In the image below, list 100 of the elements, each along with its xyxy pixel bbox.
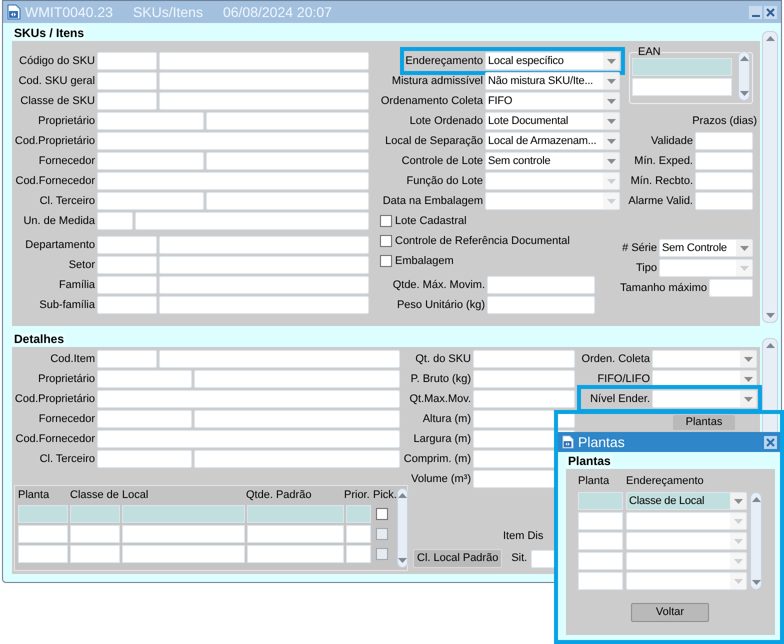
text-field[interactable]	[206, 112, 369, 130]
text-field[interactable]	[97, 370, 192, 388]
text-field[interactable]	[709, 279, 753, 297]
dropdown-arrow-icon	[744, 356, 752, 362]
dropdown[interactable]: Lote Documental	[485, 112, 620, 130]
field-label: Controle de Lote	[402, 154, 484, 169]
location-button[interactable]: Cl. Local Padrão	[413, 549, 502, 568]
dropdown[interactable]: FIFO	[485, 92, 620, 110]
field-label: Cod.Proprietário	[14, 134, 96, 149]
field-label: Cod.Fornecedor	[14, 432, 96, 447]
text-field[interactable]	[97, 450, 192, 468]
field-label: Classe de SKU	[19, 94, 96, 109]
text-field[interactable]	[473, 350, 575, 368]
text-field[interactable]	[695, 152, 753, 170]
field-label: Data na Embalagem	[382, 194, 484, 209]
dropdown[interactable]: Local específico	[485, 52, 620, 70]
checkbox[interactable]	[380, 255, 392, 267]
text-field[interactable]	[473, 410, 575, 428]
text-field[interactable]	[97, 72, 157, 90]
field-label: Código do SKU	[18, 54, 96, 69]
text-field[interactable]	[159, 256, 369, 274]
text-field[interactable]	[97, 296, 157, 314]
text-field[interactable]	[97, 236, 157, 254]
field-label: Mín. Exped.	[634, 154, 694, 169]
table-cell[interactable]	[247, 505, 344, 523]
minimize-button[interactable]	[749, 6, 762, 18]
text-field[interactable]	[97, 430, 400, 448]
text-field[interactable]	[159, 296, 369, 314]
text-field[interactable]	[159, 276, 369, 294]
dropdown[interactable]	[652, 350, 757, 368]
dropdown[interactable]: Sem Controle	[659, 239, 753, 257]
checkbox[interactable]	[380, 215, 392, 227]
back-button[interactable]: Voltar	[631, 603, 709, 622]
text-field[interactable]	[97, 410, 192, 428]
dropdown[interactable]: Classe de Local	[626, 492, 747, 510]
field-label: Local de Separação	[385, 134, 484, 149]
text-field[interactable]	[473, 390, 575, 408]
field-label: Mistura admissível	[392, 74, 484, 89]
scrollbar[interactable]	[738, 51, 750, 101]
field-label: Fornecedor	[38, 154, 96, 169]
checkbox[interactable]	[376, 508, 388, 520]
text-field[interactable]	[97, 212, 133, 230]
dropdown[interactable]: Sem controle	[485, 152, 620, 170]
text-field[interactable]	[97, 192, 204, 210]
dropdown-arrow-icon	[606, 138, 616, 144]
dropdown-arrow-icon	[606, 198, 616, 204]
checkbox[interactable]	[380, 235, 392, 247]
group-title: EAN	[638, 46, 661, 58]
text-field[interactable]	[194, 370, 400, 388]
text-field[interactable]	[97, 152, 204, 170]
scrollbar[interactable]	[750, 492, 762, 590]
text-field[interactable]	[97, 276, 157, 294]
text-field[interactable]	[97, 92, 157, 110]
field-label: Cl. Terceiro	[38, 194, 96, 209]
text-field[interactable]	[97, 132, 369, 150]
text-field[interactable]	[97, 256, 157, 274]
text-field[interactable]	[159, 350, 400, 368]
list-row[interactable]	[632, 58, 732, 76]
text-field[interactable]	[97, 52, 157, 70]
text-field[interactable]	[97, 112, 204, 130]
table-cell[interactable]	[578, 492, 623, 510]
dropdown-arrow-icon	[744, 376, 752, 382]
text-field[interactable]	[695, 192, 753, 210]
table-cell[interactable]	[122, 505, 245, 523]
close-button[interactable]	[764, 436, 777, 448]
list-row[interactable]	[632, 78, 732, 96]
text-field[interactable]	[159, 52, 369, 70]
text-field[interactable]	[194, 450, 400, 468]
group-title: Prazos (dias)	[691, 114, 758, 129]
text-field[interactable]	[97, 350, 157, 368]
text-field[interactable]	[135, 212, 369, 230]
text-field[interactable]	[695, 132, 753, 150]
text-field[interactable]	[473, 370, 575, 388]
dropdown-arrow-icon	[606, 78, 616, 84]
text-field[interactable]	[206, 192, 369, 210]
text-field[interactable]	[97, 390, 400, 408]
scrollbar[interactable]	[762, 31, 778, 323]
text-field[interactable]	[159, 236, 369, 254]
dropdown[interactable]	[652, 390, 757, 408]
close-button[interactable]	[764, 6, 777, 18]
scrollbar[interactable]	[397, 488, 408, 568]
close-icon	[766, 8, 775, 16]
text-field[interactable]	[487, 276, 595, 294]
table-cell[interactable]	[18, 505, 68, 523]
plants-button[interactable]: Plantas	[673, 415, 735, 430]
window-icon	[562, 435, 574, 449]
text-field[interactable]	[159, 92, 369, 110]
dropdown[interactable]: Não mistura SKU/Ite...	[485, 72, 620, 90]
dropdown[interactable]: Local de Armazenam...	[485, 132, 620, 150]
window-title: Plantas	[578, 432, 625, 452]
table-cell[interactable]	[70, 505, 120, 523]
text-field[interactable]	[159, 72, 369, 90]
field-label: Nível Ender.	[590, 392, 651, 407]
text-field[interactable]	[194, 410, 400, 428]
table-cell[interactable]	[346, 505, 371, 523]
dropdown-arrow-icon	[734, 578, 742, 584]
text-field[interactable]	[487, 296, 595, 314]
text-field[interactable]	[695, 172, 753, 190]
text-field[interactable]	[97, 172, 369, 190]
text-field[interactable]	[206, 152, 369, 170]
